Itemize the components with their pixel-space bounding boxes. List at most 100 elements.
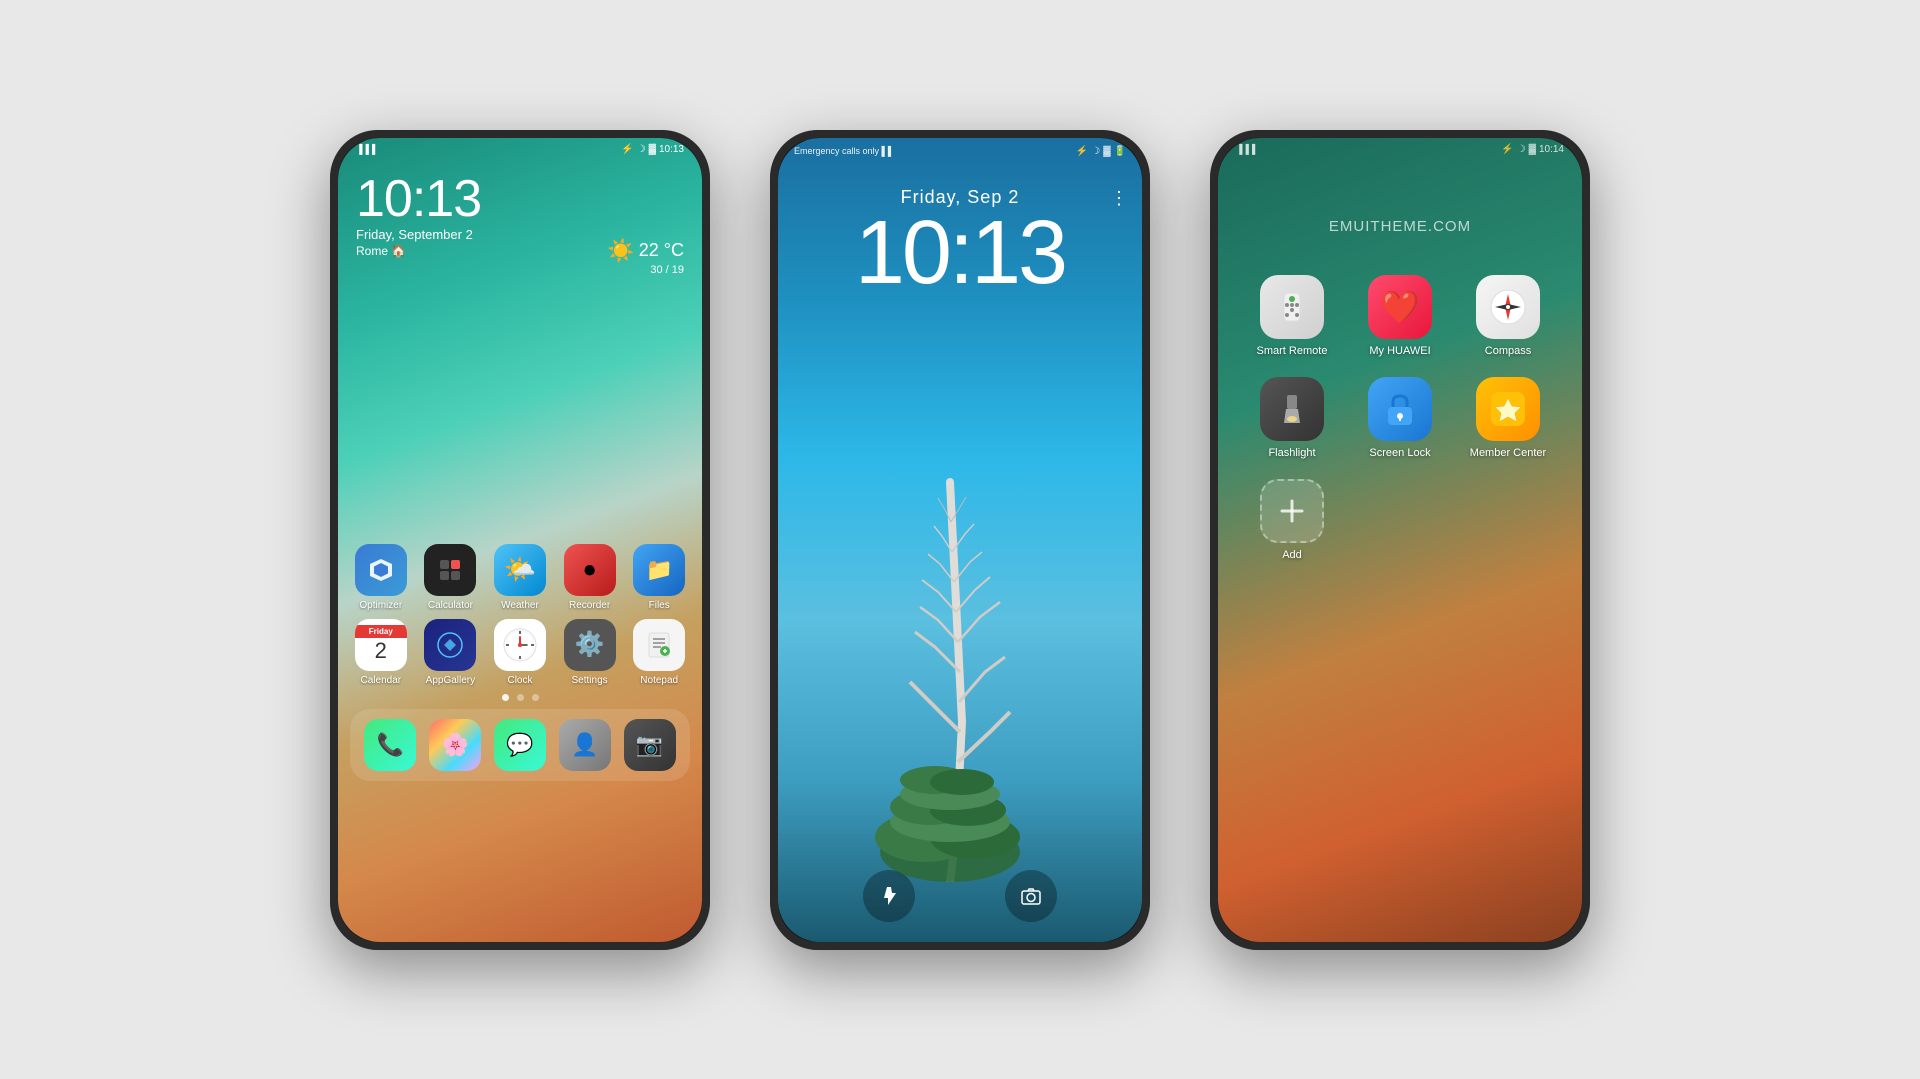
- weather-temp-1: 22 °C: [639, 240, 684, 261]
- dock-bar: 📞 🌸 💬 👤 📷: [350, 709, 690, 781]
- battery-icon: ▓: [649, 144, 656, 155]
- lock-time: 10:13: [855, 208, 1065, 298]
- contacts-icon: 👤: [559, 719, 611, 771]
- appgallery-label: AppGallery: [426, 675, 475, 686]
- camera-lock-button[interactable]: [1005, 870, 1057, 922]
- phone3-status-bar: ▐▐▐ ⚡ ☽ ▓ 10:14: [1218, 138, 1582, 155]
- app-calculator[interactable]: Calculator: [420, 544, 482, 611]
- status-right-1: ⚡ ☽ ▓ 10:13: [621, 144, 684, 155]
- phone3-status-right: ⚡ ☽ ▓ 10:14: [1501, 144, 1564, 155]
- drawer-smart-remote[interactable]: Smart Remote: [1248, 275, 1336, 357]
- phone-3-screen: ▐▐▐ ⚡ ☽ ▓ 10:14 EMUITHEME.COM: [1218, 138, 1582, 942]
- flashlight-lock-button[interactable]: [863, 870, 915, 922]
- lock-signal: ▓: [1103, 146, 1110, 157]
- smart-remote-icon: [1260, 275, 1324, 339]
- lock-status-icons: ⚡ ☽ ▓ 🔋: [1076, 146, 1126, 157]
- app-settings[interactable]: ⚙️ Settings: [559, 619, 621, 686]
- screen-lock-icon: [1368, 377, 1432, 441]
- app-calendar[interactable]: Friday 2 Calendar: [350, 619, 412, 686]
- clock-icon: [494, 619, 546, 671]
- weather-sun-icon: ☀️: [607, 238, 634, 264]
- location-text: Rome 🏠: [356, 244, 406, 258]
- flashlight-label: Flashlight: [1268, 447, 1315, 459]
- signal-icon: ▐▐▐: [356, 144, 375, 154]
- drawer-add[interactable]: Add: [1248, 479, 1336, 561]
- appgallery-icon: [424, 619, 476, 671]
- phone3-time-status: 10:14: [1539, 144, 1564, 155]
- optimizer-icon: [355, 544, 407, 596]
- drawer-screen-lock[interactable]: Screen Lock: [1356, 377, 1444, 459]
- app-grid-row1: Optimizer Calculator: [338, 544, 702, 611]
- member-center-icon: [1476, 377, 1540, 441]
- lock-bottom-bar: [778, 870, 1142, 922]
- calendar-icon: Friday 2: [355, 619, 407, 671]
- dock-messages[interactable]: 💬: [492, 719, 549, 771]
- compass-label: Compass: [1485, 345, 1531, 357]
- app-files[interactable]: 📁 Files: [628, 544, 690, 611]
- dot-1: [502, 694, 509, 701]
- app-recorder[interactable]: ⏺ Recorder: [559, 544, 621, 611]
- files-label: Files: [649, 600, 670, 611]
- lock-battery: 🔋: [1114, 146, 1126, 157]
- phone-icon: 📞: [364, 719, 416, 771]
- optimizer-label: Optimizer: [359, 600, 402, 611]
- drawer-member-center[interactable]: Member Center: [1464, 377, 1552, 459]
- phone-2-screen: Emergency calls only ▌▌ ⚡ ☽ ▓ 🔋 ⋮ Friday…: [778, 138, 1142, 942]
- recorder-label: Recorder: [569, 600, 610, 611]
- drawer-compass[interactable]: Compass: [1464, 275, 1552, 357]
- add-icon: [1260, 479, 1324, 543]
- weather-label: Weather: [501, 600, 539, 611]
- moon-icon: ☽: [637, 144, 646, 155]
- flashlight-icon: [1260, 377, 1324, 441]
- dot-2: [517, 694, 524, 701]
- phone3-battery-icon: ▓: [1529, 144, 1536, 155]
- smart-remote-label: Smart Remote: [1257, 345, 1328, 357]
- phone-2: Emergency calls only ▌▌ ⚡ ☽ ▓ 🔋 ⋮ Friday…: [770, 130, 1150, 950]
- time-status-1: 10:13: [659, 144, 684, 155]
- clock-time-1: 10:13: [356, 173, 684, 225]
- dock-phone[interactable]: 📞: [362, 719, 419, 771]
- emergency-text: Emergency calls only ▌▌: [794, 146, 894, 156]
- dock-camera[interactable]: 📷: [621, 719, 678, 771]
- calculator-icon: [424, 544, 476, 596]
- weather-range-1: 30 / 19: [607, 264, 684, 276]
- notepad-label: Notepad: [640, 675, 678, 686]
- files-icon: 📁: [633, 544, 685, 596]
- more-options-icon[interactable]: ⋮: [1110, 188, 1128, 209]
- lock-moon: ☽: [1091, 146, 1100, 157]
- dock-contacts[interactable]: 👤: [556, 719, 613, 771]
- phone-3: ▐▐▐ ⚡ ☽ ▓ 10:14 EMUITHEME.COM: [1210, 130, 1590, 950]
- phone3-moon: ☽: [1517, 144, 1526, 155]
- weather-widget-1: ☀️ 22 °C 30 / 19: [607, 238, 684, 276]
- screen-lock-label: Screen Lock: [1369, 447, 1430, 459]
- drawer-app-grid: Smart Remote ❤️ My HUAWEI: [1218, 235, 1582, 561]
- app-weather[interactable]: 🌤️ Weather: [489, 544, 551, 611]
- dot-3: [532, 694, 539, 701]
- drawer-flashlight[interactable]: Flashlight: [1248, 377, 1336, 459]
- notepad-icon: [633, 619, 685, 671]
- app-notepad[interactable]: Notepad: [628, 619, 690, 686]
- dock-photos[interactable]: 🌸: [427, 719, 484, 771]
- phone-2-bg: Emergency calls only ▌▌ ⚡ ☽ ▓ 🔋 ⋮ Friday…: [778, 138, 1142, 942]
- lock-bluetooth: ⚡: [1076, 146, 1088, 157]
- weather-icon: 🌤️: [494, 544, 546, 596]
- lock-clock-widget: Friday, Sep 2 10:13: [855, 187, 1065, 298]
- photos-icon: 🌸: [429, 719, 481, 771]
- my-huawei-icon: ❤️: [1368, 275, 1432, 339]
- app-optimizer[interactable]: Optimizer: [350, 544, 412, 611]
- camera-icon: 📷: [624, 719, 676, 771]
- phone-3-bg: ▐▐▐ ⚡ ☽ ▓ 10:14 EMUITHEME.COM: [1218, 138, 1582, 942]
- drawer-my-huawei[interactable]: ❤️ My HUAWEI: [1356, 275, 1444, 357]
- phone-1-bg: ▐▐▐ ⚡ ☽ ▓ 10:13 10:13 Friday, September …: [338, 138, 702, 942]
- lock-status-bar: Emergency calls only ▌▌ ⚡ ☽ ▓ 🔋: [778, 138, 1142, 157]
- app-appgallery[interactable]: AppGallery: [420, 619, 482, 686]
- settings-icon: ⚙️: [564, 619, 616, 671]
- phone-1: ▐▐▐ ⚡ ☽ ▓ 10:13 10:13 Friday, September …: [330, 130, 710, 950]
- phone3-bluetooth: ⚡: [1501, 144, 1513, 155]
- recorder-icon: ⏺: [564, 544, 616, 596]
- status-bar-1: ▐▐▐ ⚡ ☽ ▓ 10:13: [338, 138, 702, 155]
- my-huawei-label: My HUAWEI: [1369, 345, 1430, 357]
- app-grid-row2: Friday 2 Calendar AppGallery: [338, 619, 702, 686]
- member-center-label: Member Center: [1470, 447, 1546, 459]
- app-clock[interactable]: Clock: [489, 619, 551, 686]
